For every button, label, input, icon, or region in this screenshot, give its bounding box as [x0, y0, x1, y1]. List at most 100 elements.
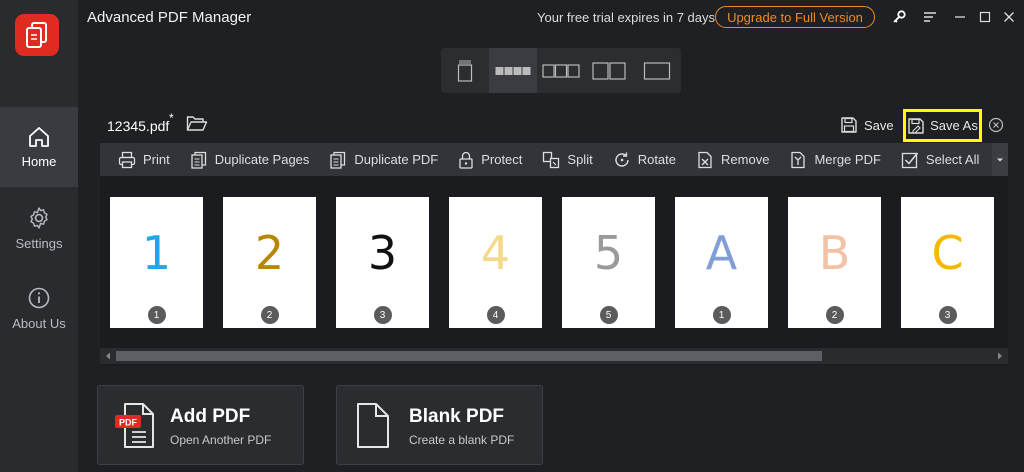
page-number-badge: 3 — [938, 306, 957, 324]
unsaved-marker: * — [169, 111, 174, 125]
page-thumbnail[interactable]: 2 2 — [223, 197, 316, 328]
select-all-label: Select All — [925, 152, 980, 167]
strip-view-button[interactable] — [489, 48, 537, 93]
page-number-badge: 4 — [486, 306, 505, 324]
page-number-badge: 3 — [373, 306, 392, 324]
duplicate-pdf-button[interactable]: Duplicate PDF — [319, 143, 448, 176]
scroll-right-icon[interactable] — [992, 348, 1008, 364]
page-content: 5 — [593, 225, 624, 280]
sidebar: Home Settings About Us — [0, 0, 78, 472]
page-thumbnail[interactable]: 5 5 — [562, 197, 655, 328]
single-page-icon — [457, 60, 473, 82]
page-thumbnail[interactable]: 3 3 — [336, 197, 429, 328]
page-content: B — [818, 225, 851, 280]
merge-pdf-button[interactable]: Merge PDF — [779, 143, 890, 176]
info-icon — [28, 287, 50, 308]
pdf-logo-icon — [26, 22, 47, 48]
upgrade-button[interactable]: Upgrade to Full Version — [715, 6, 875, 28]
open-folder-icon — [186, 116, 208, 131]
add-pdf-subtitle: Open Another PDF — [170, 433, 272, 447]
page-content: 1 — [141, 225, 172, 280]
page-thumbnail[interactable]: C 3 — [901, 197, 994, 328]
sidebar-item-label: Home — [21, 153, 57, 169]
print-label: Print — [143, 152, 170, 167]
split-label: Split — [567, 152, 593, 167]
duplicate-pages-button[interactable]: Duplicate Pages — [180, 143, 320, 176]
save-as-button[interactable]: Save As — [903, 109, 982, 142]
duplicate-pages-icon — [191, 151, 206, 169]
save-icon — [841, 117, 857, 133]
save-as-icon — [908, 117, 924, 134]
add-pdf-icon: PDF — [115, 403, 154, 448]
remove-icon — [698, 151, 712, 168]
app-window: Home Settings About Us Advanced PDF Mana… — [0, 0, 1024, 472]
single-page-view-button[interactable] — [441, 48, 489, 93]
split-icon — [543, 151, 560, 168]
add-pdf-title: Add PDF — [170, 406, 251, 427]
close-document-button[interactable] — [988, 117, 1004, 138]
duplicate-pdf-label: Duplicate PDF — [354, 152, 439, 167]
print-button[interactable]: Print — [100, 143, 180, 176]
page-content: C — [931, 225, 964, 280]
sidebar-item-about[interactable]: About Us — [0, 268, 78, 348]
page-content: 2 — [254, 225, 285, 280]
sidebar-item-label: About Us — [12, 315, 66, 331]
three-column-view-button[interactable] — [537, 48, 585, 93]
remove-button[interactable]: Remove — [686, 143, 779, 176]
merge-pdf-label: Merge PDF — [814, 152, 881, 167]
horizontal-scrollbar[interactable] — [100, 348, 1008, 364]
document-filename: 12345.pdf — [107, 118, 170, 134]
menu-icon[interactable] — [921, 8, 939, 26]
chevron-down-icon — [997, 158, 1003, 161]
duplicate-pdf-icon — [330, 151, 346, 169]
page-thumbnail[interactable]: 1 1 — [110, 197, 203, 328]
page-toolbar: Print Duplicate Pages Duplicate PDF Prot… — [100, 143, 1008, 176]
pdf-badge-label: PDF — [119, 418, 138, 428]
maximize-icon[interactable] — [976, 8, 994, 26]
two-column-icon — [592, 61, 626, 80]
page-thumbnail[interactable]: 4 4 — [449, 197, 542, 328]
toolbar-overflow-button[interactable] — [992, 143, 1008, 176]
page-thumbnail-strip: 1 1 2 2 3 3 4 4 5 5 A 1 B 2 C 3 — [100, 176, 1008, 366]
scroll-left-icon[interactable] — [100, 348, 116, 364]
key-icon[interactable] — [890, 8, 908, 26]
sidebar-item-home[interactable]: Home — [0, 107, 78, 187]
save-label: Save — [864, 117, 894, 133]
blank-pdf-title: Blank PDF — [409, 406, 505, 427]
scrollbar-thumb[interactable] — [116, 351, 822, 361]
three-column-icon — [542, 63, 580, 78]
close-icon[interactable] — [1000, 8, 1018, 26]
select-all-button[interactable]: Select All — [891, 143, 989, 176]
page-content: 4 — [480, 225, 511, 280]
minimize-icon[interactable] — [951, 8, 969, 26]
open-folder-button[interactable] — [186, 114, 208, 137]
rotate-button[interactable]: Rotate — [603, 143, 686, 176]
sidebar-item-settings[interactable]: Settings — [0, 188, 78, 268]
save-as-label: Save As — [930, 118, 978, 133]
close-circle-icon — [988, 117, 1004, 133]
page-content: 3 — [367, 225, 398, 280]
remove-label: Remove — [721, 152, 770, 167]
split-button[interactable]: Split — [532, 143, 602, 176]
duplicate-pages-label: Duplicate Pages — [214, 152, 310, 167]
add-pdf-card[interactable]: PDF Add PDF Open Another PDF — [97, 385, 304, 465]
blank-pdf-card[interactable]: Blank PDF Create a blank PDF — [336, 385, 543, 465]
sidebar-item-label: Settings — [15, 235, 63, 251]
save-button[interactable]: Save — [840, 114, 894, 136]
page-thumbnail[interactable]: B 2 — [788, 197, 881, 328]
merge-icon — [791, 151, 806, 168]
gear-icon — [30, 206, 48, 229]
strip-view-icon — [495, 66, 531, 75]
page-number-badge: 5 — [599, 306, 618, 324]
page-thumbnail[interactable]: A 1 — [675, 197, 768, 328]
protect-button[interactable]: Protect — [448, 143, 532, 176]
two-column-view-button[interactable] — [585, 48, 633, 93]
trial-notice: Your free trial expires in 7 days — [537, 10, 716, 25]
page-number-badge: 1 — [147, 306, 166, 324]
view-mode-bar — [441, 48, 681, 93]
page-number-badge: 2 — [825, 306, 844, 324]
full-width-view-button[interactable] — [633, 48, 681, 93]
app-logo — [15, 14, 59, 56]
lock-icon — [459, 151, 473, 169]
page-number-badge: 1 — [712, 306, 731, 324]
